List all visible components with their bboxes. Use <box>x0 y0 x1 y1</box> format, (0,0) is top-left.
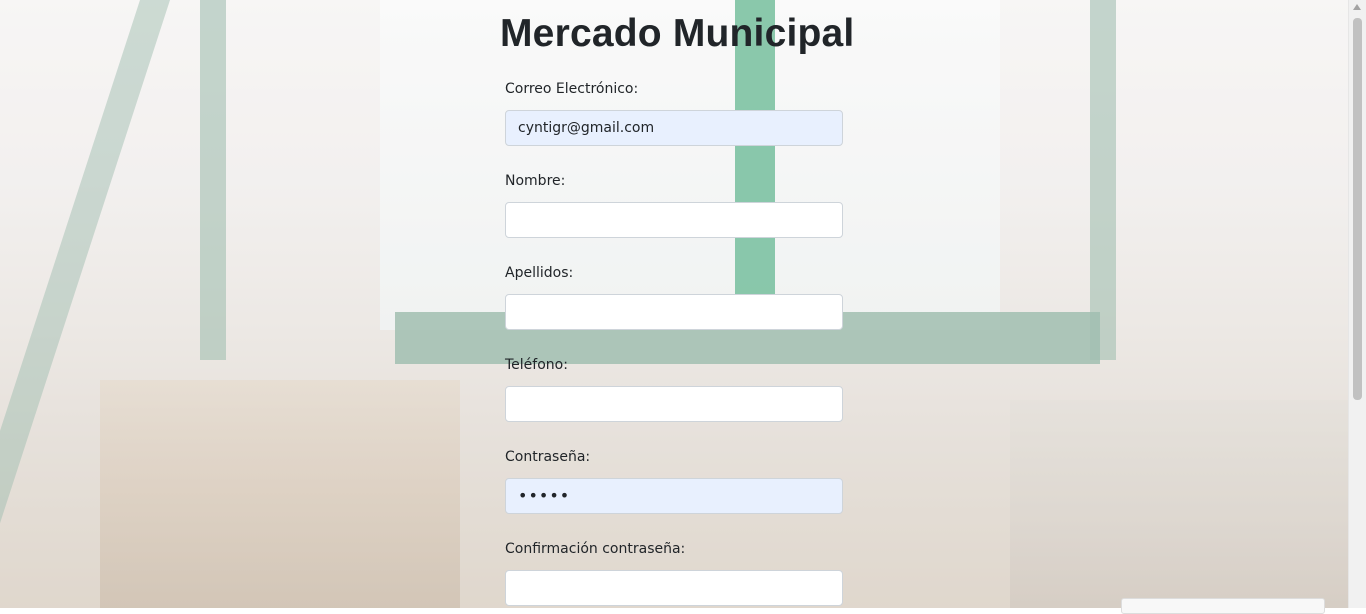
email-label: Correo Electrónico: <box>505 81 639 97</box>
vertical-scrollbar[interactable] <box>1348 0 1366 608</box>
scroll-up-icon[interactable] <box>1353 4 1361 10</box>
last-name-field[interactable] <box>505 294 843 330</box>
first-name-label: Nombre: <box>505 173 566 189</box>
phone-field[interactable] <box>505 386 843 422</box>
password-label: Contraseña: <box>505 449 591 465</box>
password-field[interactable]: ••••• <box>505 478 843 514</box>
email-field[interactable]: cyntigr@gmail.com <box>505 110 843 146</box>
scrollbar-thumb[interactable] <box>1353 18 1362 400</box>
last-name-label: Apellidos: <box>505 265 574 281</box>
page-title: Mercado Municipal <box>500 12 855 55</box>
confirm-password-field[interactable] <box>505 570 843 606</box>
confirm-password-label: Confirmación contraseña: <box>505 541 686 557</box>
phone-label: Teléfono: <box>505 357 568 373</box>
first-name-field[interactable] <box>505 202 843 238</box>
floating-widget[interactable] <box>1121 598 1325 614</box>
